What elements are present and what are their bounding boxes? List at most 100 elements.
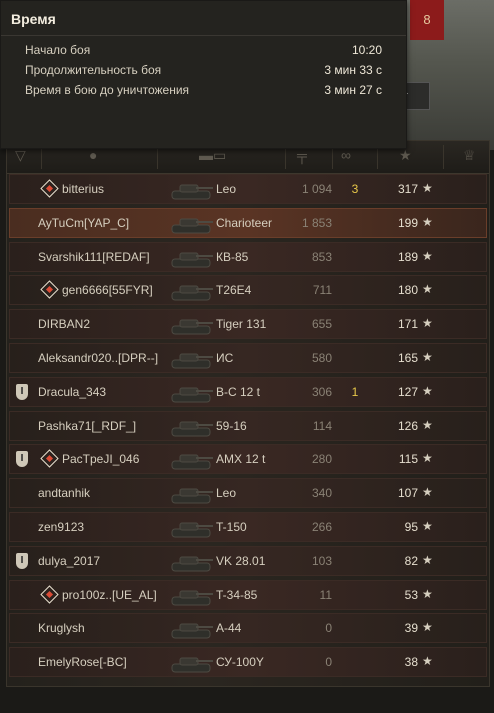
player-name[interactable]: AyTuCm[YAP_C] (38, 216, 129, 230)
tank-icon (170, 651, 214, 675)
player-name[interactable]: PacTpeJI_046 (62, 452, 139, 466)
tank-icon (170, 212, 214, 236)
damage-value: 853 (311, 249, 332, 264)
battle-duration-value: 3 мин 33 с (324, 63, 382, 77)
star-icon: ★ (422, 620, 433, 635)
vehicle-name: T-150 (216, 520, 247, 534)
star-icon: ★ (422, 417, 433, 432)
vehicle-name: T-34-85 (216, 587, 258, 602)
battle-results-table: ▽ ● ▬▭ ╤ ∞ ★ ♕ bitterius Leo 1 094 3 317 ★ AyT… (6, 140, 490, 687)
xp-value: 53 (404, 587, 418, 602)
rank-badge-icon (40, 449, 59, 469)
xp-value: 199 (397, 215, 418, 230)
star-icon: ★ (422, 350, 433, 364)
player-name[interactable]: andtanhik (38, 486, 90, 500)
tank-icon (170, 279, 214, 303)
tank-icon (170, 178, 214, 202)
platoon-icon[interactable]: ▽ (15, 147, 26, 164)
star-icon: ★ (422, 214, 433, 229)
vehicle-name: 59-16 (216, 418, 247, 433)
damage-value: 1 853 (301, 215, 332, 230)
table-row[interactable]: EmelyRose[-BC] СУ-100Y 0 38 ★ (9, 647, 487, 678)
star-icon: ★ (422, 248, 433, 263)
damage-value: 655 (311, 317, 332, 332)
table-row[interactable]: I PacTpeJI_046 AMX 12 t 280 115 ★ (9, 444, 487, 475)
table-row[interactable]: DIRBAN2 Tiger 131 655 171 ★ (9, 309, 487, 340)
table-row[interactable]: Kruglysh A-44 0 39 ★ (9, 613, 487, 644)
platoon-badge-icon: I (16, 552, 28, 569)
player-name[interactable]: EmelyRose[-BC] (38, 655, 127, 669)
player-icon[interactable]: ● (89, 147, 97, 163)
xp-value: 126 (397, 418, 418, 433)
xp-value: 171 (397, 317, 418, 332)
damage-value: 0 (325, 621, 332, 636)
player-name[interactable]: Pashka71[_RDF_] (38, 419, 136, 433)
tank-icon (170, 550, 214, 574)
tooltip-title: Время (11, 11, 56, 27)
table-row[interactable]: pro100z..[UE_AL] T-34-85 11 53 ★ (9, 579, 487, 610)
damage-icon[interactable]: ╤ (297, 147, 307, 163)
table-row[interactable]: gen6666[55FYR] T26E4 711 180 ★ (9, 275, 487, 306)
tank-icon (170, 448, 214, 472)
table-row[interactable]: andtanhik Leo 340 107 ★ (9, 478, 487, 509)
time-alive-value: 3 мин 27 с (324, 83, 382, 97)
vehicle-name: Leo (216, 486, 237, 501)
time-tooltip: Время Начало боя 10:20 Продолжительность… (0, 0, 407, 149)
xp-value: 189 (397, 249, 418, 264)
damage-value: 280 (311, 452, 332, 467)
frags-value: 1 (351, 384, 359, 399)
table-row[interactable]: bitterius Leo 1 094 3 317 ★ (9, 174, 487, 204)
star-icon: ★ (422, 383, 433, 398)
vehicle-name: Charioteer (216, 215, 273, 230)
tank-icon (170, 482, 214, 506)
damage-value: 306 (311, 384, 332, 399)
medal-icon[interactable]: ♕ (463, 147, 476, 164)
player-name[interactable]: DIRBAN2 (38, 317, 90, 331)
battle-duration-label: Продолжительность боя (25, 63, 162, 77)
xp-value: 82 (404, 553, 418, 568)
xp-star-icon[interactable]: ★ (399, 147, 412, 164)
battle-start-label: Начало боя (25, 43, 91, 57)
tank-icon[interactable]: ▬▭ (199, 147, 226, 164)
player-name[interactable]: pro100z..[UE_AL] (62, 588, 157, 602)
damage-value: 103 (311, 553, 332, 568)
vehicle-name: AMX 12 t (216, 452, 266, 467)
vehicle-name: СУ-100Y (216, 655, 264, 670)
vehicle-name: A-44 (216, 621, 242, 636)
player-name[interactable]: dulya_2017 (38, 554, 100, 568)
star-icon: ★ (422, 282, 433, 297)
xp-value: 180 (397, 283, 418, 298)
damage-value: 0 (325, 655, 332, 670)
table-row[interactable]: Aleksandr020..[DPR--] ИС 580 165 ★ (9, 343, 487, 373)
platoon-badge-icon: I (16, 383, 28, 400)
xp-value: 38 (404, 655, 418, 670)
team-flag: 8 (410, 0, 444, 40)
table-row[interactable]: Idulya_2017 VK 28.01 103 82 ★ (9, 545, 487, 576)
damage-value: 580 (311, 351, 332, 365)
table-row[interactable]: I Dracula_343 B-C 12 t 306 1 127 ★ (9, 376, 487, 407)
rank-badge-icon (40, 280, 59, 300)
player-name[interactable]: gen6666[55FYR] (62, 283, 153, 297)
damage-value: 114 (312, 418, 332, 433)
player-name[interactable]: bitterius (62, 182, 104, 196)
table-row[interactable]: zen9123 T-150 266 95 ★ (9, 512, 487, 542)
player-name[interactable]: zen9123 (38, 520, 84, 534)
damage-value: 1 094 (301, 182, 332, 196)
player-name[interactable]: Aleksandr020..[DPR--] (38, 351, 158, 365)
star-icon: ★ (422, 451, 433, 466)
table-row[interactable]: AyTuCm[YAP_C] Charioteer 1 853 199 ★ (9, 207, 487, 238)
player-name[interactable]: Svarshik111[REDAF] (38, 250, 150, 264)
vehicle-name: B-C 12 t (216, 384, 261, 399)
xp-value: 107 (397, 486, 418, 501)
damage-value: 266 (311, 520, 332, 534)
frags-icon[interactable]: ∞ (341, 147, 351, 163)
vehicle-name: Tiger 131 (216, 317, 267, 332)
player-name[interactable]: Kruglysh (38, 621, 85, 635)
tooltip-divider (1, 35, 406, 36)
player-name[interactable]: Dracula_343 (38, 385, 106, 399)
table-row[interactable]: Svarshik111[REDAF] КВ-85 853 189 ★ (9, 241, 487, 272)
frags-value: 3 (351, 182, 359, 196)
vehicle-name: ИС (216, 351, 234, 365)
table-row[interactable]: Pashka71[_RDF_] 59-16 114 126 ★ (9, 410, 487, 441)
star-icon: ★ (422, 552, 433, 567)
